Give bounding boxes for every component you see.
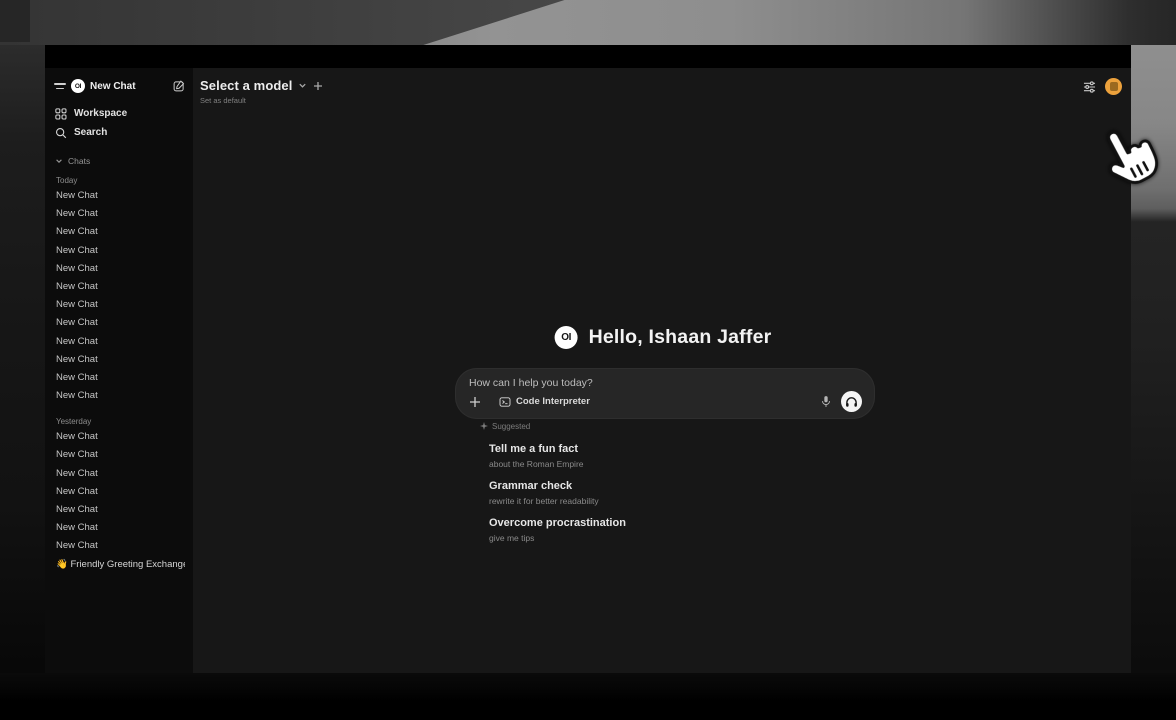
- app-logo: OI: [555, 326, 578, 349]
- sparkle-icon: [480, 422, 488, 430]
- controls-sliders-icon[interactable]: [1083, 81, 1096, 93]
- sidebar-header: OI New Chat: [53, 78, 185, 94]
- search-label: Search: [74, 127, 107, 138]
- chat-list-item[interactable]: New Chat: [53, 351, 185, 369]
- model-selector-label: Select a model: [200, 78, 292, 93]
- workspace-grid-icon: [55, 108, 67, 120]
- chat-list-item[interactable]: New Chat: [53, 483, 185, 501]
- group-label-yesterday: Yesterday: [53, 415, 185, 428]
- chat-list-item[interactable]: New Chat: [53, 428, 185, 446]
- chats-label: Chats: [68, 156, 90, 166]
- suggested-label: Suggested: [492, 422, 530, 431]
- model-selector-bar: Select a model Set as default: [200, 78, 323, 105]
- app-logo: OI: [71, 79, 85, 93]
- suggested-prompt-title: Tell me a fun fact: [489, 443, 880, 456]
- chat-list-item[interactable]: New Chat: [53, 296, 185, 314]
- suggested-prompt-title: Overcome procrastination: [489, 517, 880, 530]
- window-top-strip: [45, 45, 1131, 68]
- new-chat-edit-icon[interactable]: [173, 80, 185, 92]
- workspace-label: Workspace: [74, 108, 127, 119]
- suggested-prompt-title: Grammar check: [489, 480, 880, 493]
- suggested-header: Suggested: [480, 420, 880, 432]
- message-input[interactable]: How can I help you today?: [469, 377, 862, 389]
- chat-list-item[interactable]: New Chat: [53, 314, 185, 332]
- attach-plus-icon[interactable]: [469, 396, 481, 408]
- code-interpreter-toggle[interactable]: Code Interpreter: [499, 396, 590, 407]
- chat-list-item[interactable]: New Chat: [53, 537, 185, 555]
- chat-list-item[interactable]: New Chat: [53, 223, 185, 241]
- chat-list-item[interactable]: New Chat: [53, 333, 185, 351]
- suggested-prompt-subtitle: about the Roman Empire: [489, 459, 880, 469]
- code-interpreter-icon: [499, 397, 511, 407]
- set-as-default-link[interactable]: Set as default: [200, 96, 323, 105]
- code-interpreter-label: Code Interpreter: [516, 396, 590, 407]
- voice-call-button[interactable]: [841, 391, 862, 412]
- topbar-controls: [1083, 78, 1122, 95]
- sidebar-item-workspace[interactable]: Workspace: [53, 104, 185, 123]
- backdrop-corner-shape: [0, 0, 30, 42]
- suggested-prompts: Suggested Tell me a fun fact about the R…: [480, 420, 880, 543]
- suggested-prompt[interactable]: Tell me a fun fact about the Roman Empir…: [489, 443, 880, 469]
- suggested-prompt-subtitle: give me tips: [489, 533, 880, 543]
- sidebar: OI New Chat Workspace: [45, 68, 193, 673]
- group-label-today: Today: [53, 174, 185, 187]
- headphones-icon: [845, 396, 858, 408]
- model-selector[interactable]: Select a model: [200, 78, 323, 93]
- main-content: Select a model Set as default: [193, 68, 1131, 673]
- suggested-prompt[interactable]: Overcome procrastination give me tips: [489, 517, 880, 543]
- backdrop-bottom-bar: [0, 673, 1176, 720]
- backdrop-right-band: [1131, 45, 1176, 700]
- search-icon: [55, 127, 67, 139]
- app-window: OI New Chat Workspace: [45, 45, 1131, 673]
- chat-list-item[interactable]: New Chat: [53, 501, 185, 519]
- suggested-prompt-subtitle: rewrite it for better readability: [489, 496, 880, 506]
- chat-list-item-friendly-greeting[interactable]: 👋 Friendly Greeting Exchange: [53, 556, 185, 574]
- user-avatar[interactable]: [1105, 78, 1122, 95]
- chevron-down-icon: [55, 157, 63, 165]
- sidebar-item-search[interactable]: Search: [53, 123, 185, 142]
- composer-actions: Code Interpreter: [469, 391, 862, 412]
- chat-list-item[interactable]: New Chat: [53, 242, 185, 260]
- microphone-icon[interactable]: [821, 395, 831, 408]
- chat-list-item[interactable]: New Chat: [53, 260, 185, 278]
- chat-list-item[interactable]: New Chat: [53, 519, 185, 537]
- greeting-hero: OI Hello, Ishaan Jaffer: [555, 326, 772, 349]
- message-composer[interactable]: How can I help you today? Code Interpret…: [455, 368, 875, 419]
- backdrop-left-band: [0, 45, 45, 700]
- suggested-prompt[interactable]: Grammar check rewrite it for better read…: [489, 480, 880, 506]
- sidebar-toggle-icon[interactable]: [53, 81, 66, 91]
- chat-list-item[interactable]: New Chat: [53, 369, 185, 387]
- chat-list-item[interactable]: New Chat: [53, 446, 185, 464]
- chat-list-item[interactable]: New Chat: [53, 278, 185, 296]
- chats-section-header[interactable]: Chats: [53, 155, 185, 167]
- chat-list-item[interactable]: New Chat: [53, 465, 185, 483]
- add-model-icon[interactable]: [313, 81, 323, 91]
- new-chat-title[interactable]: New Chat: [90, 81, 168, 92]
- greeting-text: Hello, Ishaan Jaffer: [589, 326, 772, 349]
- chat-list-item[interactable]: New Chat: [53, 187, 185, 205]
- chat-list-item[interactable]: New Chat: [53, 387, 185, 405]
- chevron-down-icon: [298, 81, 307, 90]
- chat-list-item[interactable]: New Chat: [53, 205, 185, 223]
